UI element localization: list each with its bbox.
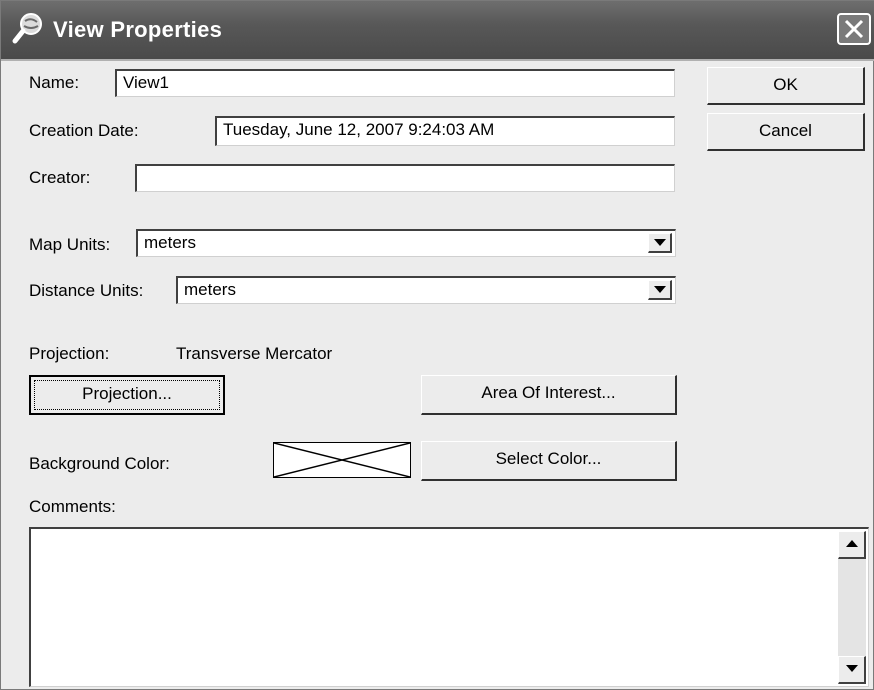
cancel-button[interactable]: Cancel <box>707 113 865 151</box>
no-color-cross-icon <box>274 443 410 477</box>
map-units-dropdown[interactable]: meters <box>136 229 676 257</box>
comments-textarea[interactable] <box>29 527 869 687</box>
ok-button[interactable]: OK <box>707 67 865 105</box>
chevron-down-icon <box>654 286 666 293</box>
background-color-swatch[interactable] <box>273 442 411 478</box>
projection-button[interactable]: Projection... <box>29 375 225 415</box>
scroll-down-button[interactable] <box>838 656 866 684</box>
projection-value: Transverse Mercator <box>176 344 333 363</box>
projection-label: Projection: <box>29 344 110 363</box>
distance-units-dropdown[interactable]: meters <box>176 276 676 304</box>
creator-label: Creator: <box>29 168 91 187</box>
map-units-value: meters <box>144 233 196 252</box>
close-icon <box>844 19 864 39</box>
distance-units-value: meters <box>184 280 236 299</box>
map-units-dropdown-button[interactable] <box>648 233 672 253</box>
select-color-button[interactable]: Select Color... <box>421 441 677 481</box>
creation-date-field[interactable]: Tuesday, June 12, 2007 9:24:03 AM <box>215 116 675 146</box>
name-field[interactable]: View1 <box>115 69 675 97</box>
comments-scrollbar[interactable] <box>838 531 866 684</box>
chevron-down-icon <box>846 665 858 672</box>
map-units-label: Map Units: <box>29 235 111 254</box>
view-properties-dialog: View Properties Name: View1 OK Cancel Cr… <box>0 0 874 690</box>
creator-field[interactable] <box>135 164 675 192</box>
close-button[interactable] <box>837 13 871 45</box>
comments-label: Comments: <box>29 497 116 516</box>
creation-date-label: Creation Date: <box>29 121 139 140</box>
distance-units-label: Distance Units: <box>29 281 144 300</box>
distance-units-dropdown-button[interactable] <box>648 280 672 300</box>
magnifier-globe-icon <box>11 11 45 45</box>
area-of-interest-button[interactable]: Area Of Interest... <box>421 375 677 415</box>
chevron-down-icon <box>654 239 666 246</box>
name-label: Name: <box>29 73 80 92</box>
title-bar[interactable]: View Properties <box>1 1 874 61</box>
chevron-up-icon <box>846 540 858 547</box>
background-color-label: Background Color: <box>29 454 170 473</box>
dialog-title: View Properties <box>53 17 223 42</box>
scroll-up-button[interactable] <box>838 531 866 559</box>
focus-ring <box>34 380 220 410</box>
